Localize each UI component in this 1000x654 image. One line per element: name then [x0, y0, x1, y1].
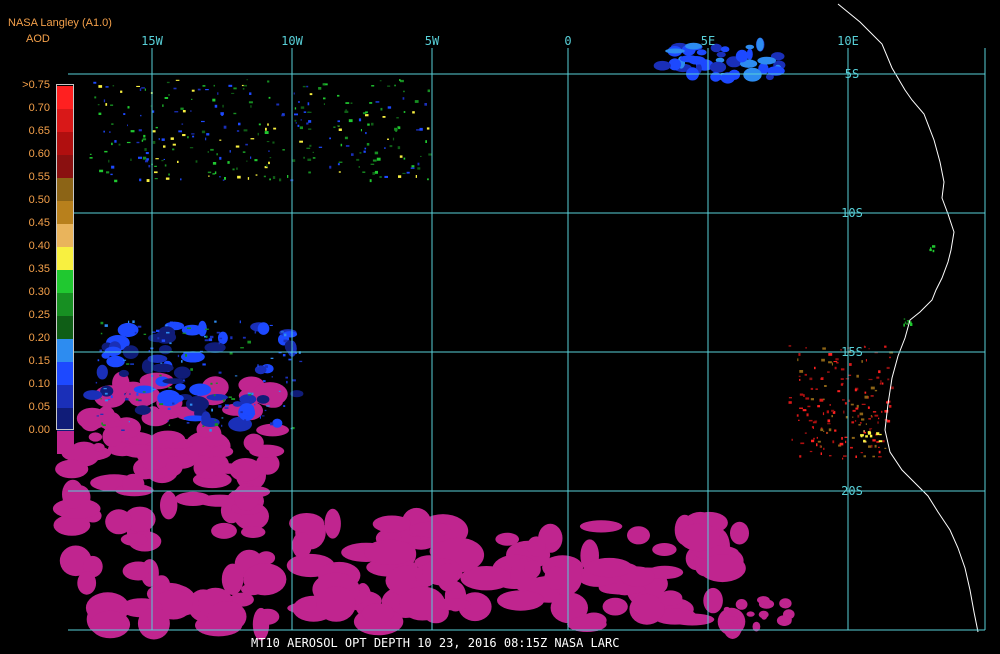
legend-swatch [57, 408, 74, 431]
aod-map-view: 15W 10W 5W 0 5E 10E 5S 10S 15S 20S MT10 AEROSOL O… [0, 0, 1000, 650]
legend-swatch [57, 155, 74, 178]
footer-caption: MT10 AEROSOL OPT DEPTH 10 23, 2016 08:15… [251, 636, 619, 650]
aod-color-legend: >0.75 0.70 0.65 0.60 0.55 0.50 0.45 0.40 0.35 0.3… [0, 78, 80, 454]
legend-swatch [57, 247, 74, 270]
latitude-label: 20S [841, 484, 863, 498]
legend-label: 0.05 [28, 401, 50, 413]
legend-label: 0.30 [28, 286, 50, 298]
legend-swatch [57, 316, 74, 339]
legend-swatch [57, 385, 74, 408]
legend-swatch [57, 201, 74, 224]
legend-label: >0.75 [22, 79, 50, 91]
longitude-label: 0 [564, 34, 571, 48]
longitude-label: 10W [281, 34, 303, 48]
product-title: NASA Langley (A1.0) [8, 17, 112, 29]
legend-label: 0.60 [28, 148, 50, 160]
legend-label: 0.70 [28, 102, 50, 114]
longitude-label: 10E [837, 34, 859, 48]
product-variable: AOD [26, 33, 50, 45]
longitude-label: 5E [701, 34, 715, 48]
legend-label: 0.15 [28, 355, 50, 367]
legend-swatch [57, 431, 74, 454]
legend-label: 0.25 [28, 309, 50, 321]
latitude-label: 5S [845, 67, 859, 81]
longitude-label: 15W [141, 34, 163, 48]
legend-swatch [57, 224, 74, 247]
legend-label: 0.35 [28, 263, 50, 275]
legend-label: 0.10 [28, 378, 50, 390]
legend-label: 0.50 [28, 194, 50, 206]
latitude-label: 15S [841, 345, 863, 359]
legend-swatch [57, 132, 74, 155]
legend-swatch [57, 270, 74, 293]
legend-label: 0.40 [28, 240, 50, 252]
legend-label: 0.00 [28, 424, 50, 436]
legend-swatch [57, 178, 74, 201]
legend-swatch [57, 86, 74, 109]
map-canvas: 15W 10W 5W 0 5E 10E 5S 10S 15S 20S MT10 AEROSOL O… [0, 0, 1000, 650]
legend-swatch [57, 339, 74, 362]
legend-swatch [57, 293, 74, 316]
legend-label: 0.55 [28, 171, 50, 183]
legend-label: 0.45 [28, 217, 50, 229]
legend-swatch [57, 109, 74, 132]
legend-swatch [57, 362, 74, 385]
legend-label: 0.20 [28, 332, 50, 344]
longitude-label: 5W [425, 34, 440, 48]
latitude-label: 10S [841, 206, 863, 220]
legend-label: 0.65 [28, 125, 50, 137]
